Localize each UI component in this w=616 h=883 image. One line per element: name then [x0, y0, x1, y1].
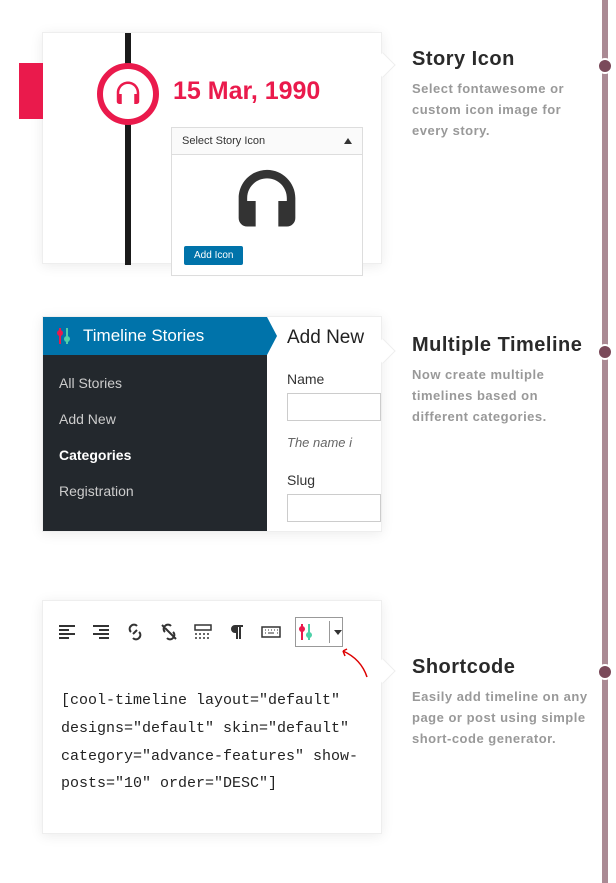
icon-selector-panel: Select Story Icon Add Icon: [171, 127, 363, 276]
paragraph-icon[interactable]: [227, 622, 247, 642]
name-label: Name: [287, 371, 382, 387]
panel-header[interactable]: Select Story Icon: [172, 128, 362, 155]
shortcode-card: [cool-timeline layout="default" designs=…: [42, 600, 382, 834]
add-icon-button[interactable]: Add Icon: [184, 246, 243, 265]
unlink-icon[interactable]: [159, 622, 179, 642]
headphones-icon: [227, 167, 307, 235]
section-text: Now create multiple timelines based on d…: [412, 365, 592, 427]
more-icon[interactable]: [193, 622, 213, 642]
section-title: Story Icon: [412, 48, 592, 71]
editor-toolbar: [57, 617, 343, 647]
link-icon[interactable]: [125, 622, 145, 642]
sidebar-menu: All Stories Add New Categories Registrat…: [43, 355, 267, 519]
align-right-icon[interactable]: [91, 622, 111, 642]
collapse-icon: [344, 138, 352, 144]
keyboard-icon[interactable]: [261, 622, 281, 642]
timeline-dot: [597, 344, 613, 360]
section-title: Multiple Timeline: [412, 334, 592, 357]
pointer-arrow-icon: [333, 647, 373, 683]
panel-body: Add Icon: [172, 155, 362, 275]
story-icon-card: 15 Mar, 1990 Select Story Icon Add Icon: [42, 32, 382, 264]
sidebar-title: Timeline Stories: [83, 326, 204, 346]
timeline-shortcode-button[interactable]: [295, 617, 343, 647]
section-text: Select fontawesome or custom icon image …: [412, 79, 592, 141]
multiple-timeline-card: Timeline Stories All Stories Add New Cat…: [42, 316, 382, 532]
sidebar-item-allstories[interactable]: All Stories: [43, 365, 267, 401]
red-accent-tab: [19, 63, 43, 119]
timeline-dot: [597, 664, 613, 680]
story-date: 15 Mar, 1990: [173, 77, 320, 106]
name-input[interactable]: [287, 393, 381, 421]
dropdown-icon: [334, 630, 342, 635]
panel-header-label: Select Story Icon: [182, 135, 265, 147]
sidebar-header[interactable]: Timeline Stories: [43, 317, 267, 355]
wp-sidebar: Timeline Stories All Stories Add New Cat…: [43, 317, 267, 532]
timeline-dot: [597, 58, 613, 74]
timeline-plugin-icon: [297, 623, 315, 641]
sidebar-item-registration[interactable]: Registration: [43, 473, 267, 509]
category-form: Add New Name The name i Slug: [287, 317, 382, 532]
slug-input[interactable]: [287, 494, 381, 522]
timeline-plugin-icon: [55, 327, 73, 345]
section-text: Easily add timeline on any page or post …: [412, 687, 592, 749]
sidebar-item-categories[interactable]: Categories: [43, 437, 267, 473]
section-title: Shortcode: [412, 656, 592, 679]
headphones-icon: [113, 79, 143, 109]
section2-desc: Multiple Timeline Now create multiple ti…: [412, 334, 592, 427]
sidebar-item-addnew[interactable]: Add New: [43, 401, 267, 437]
slug-label: Slug: [287, 472, 382, 488]
timeline-track: [602, 0, 608, 883]
align-left-icon[interactable]: [57, 622, 77, 642]
section1-desc: Story Icon Select fontawesome or custom …: [412, 48, 592, 141]
story-icon-circle: [97, 63, 159, 125]
section3-desc: Shortcode Easily add timeline on any pag…: [412, 656, 592, 749]
name-hint: The name i: [287, 435, 382, 450]
shortcode-text: [cool-timeline layout="default" designs=…: [61, 687, 365, 798]
form-heading: Add New: [287, 327, 382, 349]
